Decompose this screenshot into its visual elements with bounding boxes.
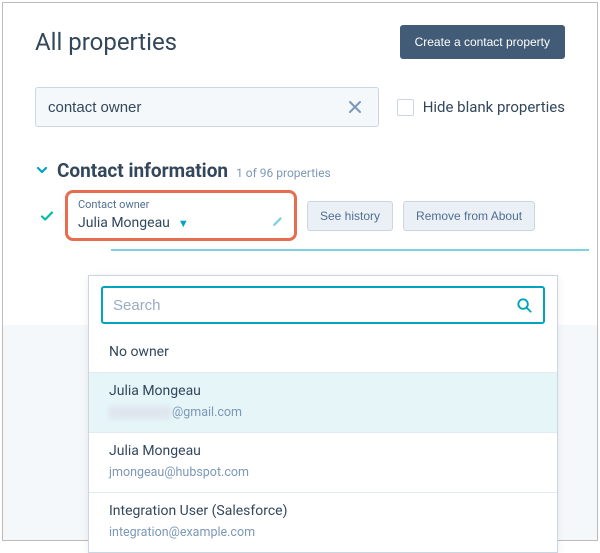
page-title: All properties	[35, 28, 177, 56]
remove-from-about-button[interactable]: Remove from About	[403, 201, 535, 231]
owner-option-email: integration@example.com	[109, 525, 537, 540]
property-search-input[interactable]	[48, 99, 344, 116]
owner-option-email: @gmail.com	[109, 405, 537, 420]
chevron-down-icon[interactable]	[35, 163, 49, 177]
owner-option-email: jmongeau@hubspot.com	[109, 465, 537, 480]
owner-dropdown: No owner Julia Mongeau @gmail.com Julia …	[88, 275, 558, 553]
check-icon	[39, 208, 55, 224]
owner-dropdown-search-input[interactable]	[113, 297, 516, 314]
section-title: Contact information	[57, 159, 228, 182]
owner-option-name: Julia Mongeau	[109, 443, 537, 459]
owner-option-name: Julia Mongeau	[109, 383, 537, 399]
owner-option[interactable]: Julia Mongeau @gmail.com	[89, 372, 557, 432]
owner-option-name: Integration User (Salesforce)	[109, 503, 537, 519]
redacted-text	[109, 406, 171, 419]
owner-option[interactable]: Julia Mongeau jmongeau@hubspot.com	[89, 432, 557, 492]
owner-option[interactable]: Integration User (Salesforce) integratio…	[89, 492, 557, 552]
hide-blank-checkbox[interactable]: Hide blank properties	[397, 98, 565, 116]
section-count: 1 of 96 properties	[236, 166, 331, 180]
create-contact-property-button[interactable]: Create a contact property	[400, 25, 565, 59]
owner-dropdown-search[interactable]	[101, 286, 545, 324]
clear-search-icon[interactable]	[344, 100, 366, 114]
owner-option-name: No owner	[109, 344, 537, 360]
property-search-field[interactable]	[35, 87, 379, 127]
owner-option-no-owner[interactable]: No owner	[89, 334, 557, 372]
caret-down-icon: ▼	[178, 217, 189, 230]
hide-blank-label: Hide blank properties	[423, 98, 565, 116]
contact-owner-field[interactable]: Contact owner Julia Mongeau ▼	[65, 190, 297, 241]
divider	[111, 249, 589, 251]
search-icon[interactable]	[516, 297, 533, 314]
contact-owner-value: Julia Mongeau	[78, 215, 170, 231]
section-header[interactable]: Contact information 1 of 96 properties	[35, 159, 565, 182]
checkbox-box[interactable]	[397, 99, 414, 116]
see-history-button[interactable]: See history	[307, 201, 393, 231]
contact-owner-label: Contact owner	[78, 198, 284, 211]
pencil-icon[interactable]	[271, 215, 284, 228]
